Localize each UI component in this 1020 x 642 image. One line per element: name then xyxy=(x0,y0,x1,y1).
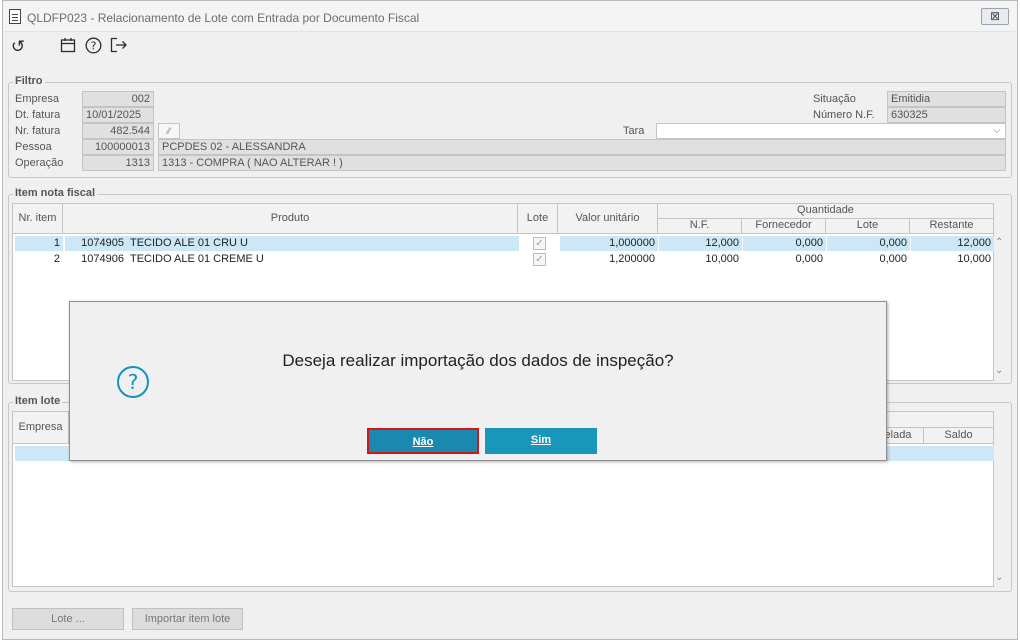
importar-item-lote-button[interactable]: Importar item lote xyxy=(132,608,243,630)
col-fornecedor[interactable]: Fornecedor xyxy=(742,219,826,234)
row-valor: 1,200000 xyxy=(609,253,655,265)
lote-button[interactable]: Lote ... xyxy=(12,608,124,630)
scroll-down-icon[interactable]: ⌄ xyxy=(995,572,1003,583)
confirm-dialog: ? Deseja realizar importação dos dados d… xyxy=(69,301,887,461)
scroll-up-icon[interactable]: ⌃ xyxy=(995,237,1003,248)
table-row[interactable]: 2 1074906 TECIDO ALE 01 CREME U ✓ 1,2000… xyxy=(13,252,995,268)
toolbar: ↺ ? xyxy=(3,33,1017,61)
col-produto[interactable]: Produto xyxy=(63,204,518,234)
col-saldo[interactable]: Saldo xyxy=(924,428,994,444)
row-desc: TECIDO ALE 01 CREME U xyxy=(130,253,264,265)
numero-nf-label: Número N.F. xyxy=(813,109,875,121)
pessoa-label: Pessoa xyxy=(15,141,52,153)
filter-group-label: Filtro xyxy=(13,75,45,87)
col-lote[interactable]: Lote xyxy=(518,204,558,234)
document-icon xyxy=(9,9,21,24)
col-valor-unitario[interactable]: Valor unitário xyxy=(558,204,658,234)
dt-fatura-field[interactable]: 10/01/2025 xyxy=(82,107,154,123)
situacao-field: Emitidia xyxy=(887,91,1006,107)
row-fornecedor: 0,000 xyxy=(795,253,823,265)
row-code: 1074906 xyxy=(81,253,124,265)
row-nr: 1 xyxy=(15,236,63,251)
pessoa-code-field[interactable]: 100000013 xyxy=(82,139,154,155)
item-lote-group-label: Item lote xyxy=(13,395,63,407)
nr-fatura-field[interactable]: 482.544 xyxy=(82,123,154,139)
scroll-down-icon[interactable]: ⌄ xyxy=(995,365,1003,376)
exit-icon[interactable] xyxy=(109,37,129,57)
close-button[interactable]: ⊠ xyxy=(981,8,1009,25)
row-code: 1074905 xyxy=(65,236,127,251)
nr-fatura-lookup-button[interactable]: ⁄⁄ xyxy=(158,123,180,139)
numero-nf-field: 630325 xyxy=(887,107,1006,123)
tara-select[interactable] xyxy=(656,123,1006,139)
row-lote-qtd: 0,000 xyxy=(827,236,910,251)
row-restante: 12,000 xyxy=(911,236,994,251)
row-lote-qtd: 0,000 xyxy=(879,253,907,265)
col-restante[interactable]: Restante xyxy=(910,219,994,234)
help-icon[interactable]: ? xyxy=(83,37,103,57)
row-desc: TECIDO ALE 01 CRU U xyxy=(127,236,519,251)
col-nr-item[interactable]: Nr. item xyxy=(13,204,63,234)
pessoa-name-field: PCPDES 02 - ALESSANDRA xyxy=(158,139,1006,155)
empresa-field[interactable]: 002 xyxy=(82,91,154,107)
dialog-message: Deseja realizar importação dos dados de … xyxy=(282,351,674,370)
operacao-code-field[interactable]: 1313 xyxy=(82,155,154,171)
refresh-icon[interactable]: ↺ xyxy=(8,37,28,57)
nr-fatura-label: Nr. fatura xyxy=(15,125,61,137)
row-valor: 1,000000 xyxy=(560,236,658,251)
situacao-label: Situação xyxy=(813,93,856,105)
row-nf: 12,000 xyxy=(659,236,742,251)
item-nf-group-label: Item nota fiscal xyxy=(13,187,98,199)
col-quantidade: Quantidade xyxy=(658,204,994,219)
operacao-label: Operação xyxy=(15,157,64,169)
dt-fatura-label: Dt. fatura xyxy=(15,109,61,121)
row-nf: 10,000 xyxy=(705,253,739,265)
no-button[interactable]: Não xyxy=(367,428,479,454)
row-lote-checkbox[interactable]: ✓ xyxy=(533,237,546,250)
operacao-name-field: 1313 - COMPRA ( NAO ALTERAR ! ) xyxy=(158,155,1006,171)
col-nf[interactable]: N.F. xyxy=(658,219,742,234)
chevron-down-icon[interactable]: ⌵ xyxy=(993,125,1001,136)
svg-text:?: ? xyxy=(90,40,96,53)
window-title: QLDFP023 - Relacionamento de Lote com En… xyxy=(27,11,420,25)
yes-button[interactable]: Sim xyxy=(485,428,597,454)
title-bar: QLDFP023 - Relacionamento de Lote com En… xyxy=(3,1,1017,32)
row-lote-checkbox[interactable]: ✓ xyxy=(533,253,546,266)
row-fornecedor: 0,000 xyxy=(743,236,826,251)
row-restante: 10,000 xyxy=(957,253,991,265)
col-empresa[interactable]: Empresa xyxy=(13,412,69,444)
row-nr: 2 xyxy=(53,253,60,265)
tara-label: Tara xyxy=(623,125,645,137)
table-row[interactable]: 1 1074905 TECIDO ALE 01 CRU U ✓ 1,000000… xyxy=(13,236,995,252)
calendar-icon[interactable] xyxy=(58,37,78,57)
col-lote-qtd[interactable]: Lote xyxy=(826,219,910,234)
empresa-label: Empresa xyxy=(15,93,60,105)
